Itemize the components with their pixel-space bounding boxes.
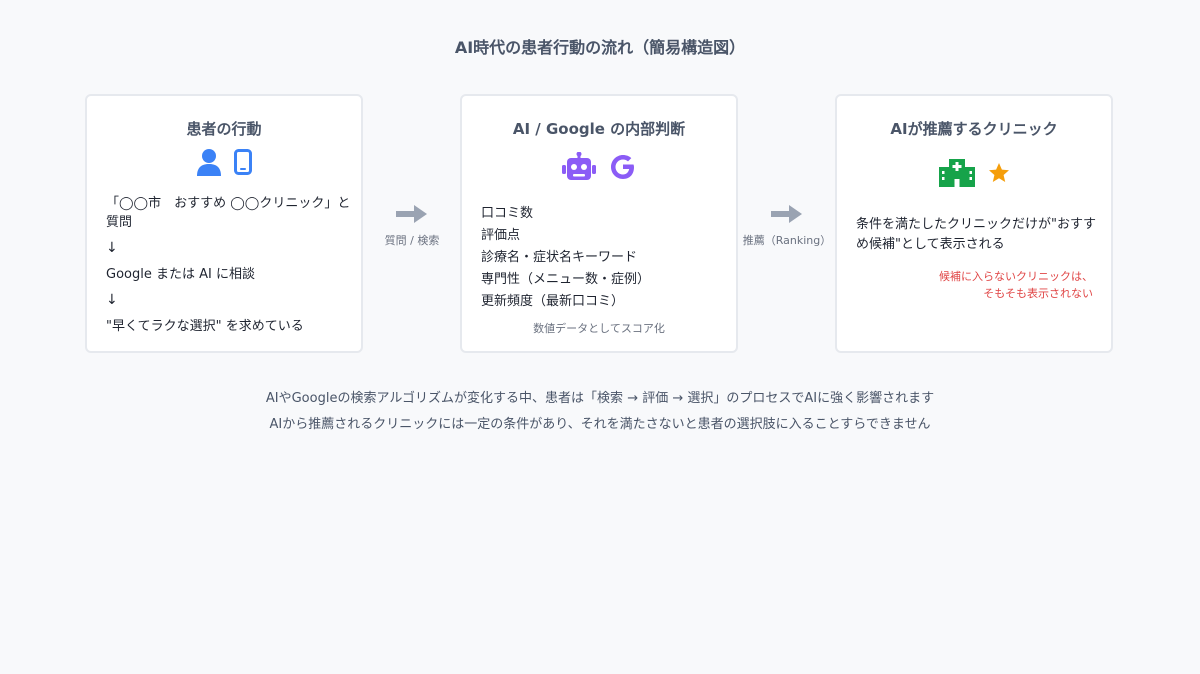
right-arrow-icon [771, 204, 803, 228]
patient-action-icons [87, 148, 361, 180]
flow-arrow-question-label: 質問 / 検索 [384, 234, 440, 247]
down-arrow-2: ↓ [106, 292, 118, 308]
criteria-item: 評価点 [481, 228, 521, 243]
not-shown-warning-line2: そもそも表示されない [983, 287, 1093, 300]
google-g-icon [609, 153, 637, 185]
internal-judgment-title: AI / Google の内部判断 [512, 120, 686, 138]
criteria-item: 診療名・症状名キーワード [481, 250, 638, 265]
seek-easy-choice-text: "早くてラクな選択" を求めている [106, 319, 304, 334]
judgment-criteria-list: 口コミ数 評価点 診療名・症状名キーワード 専門性（メニュー数・症例） 更新頻度… [481, 204, 721, 314]
recommended-description: 条件を満たしたクリニックだけが"おすすめ候補"として表示される [856, 217, 1096, 252]
flow-arrow-question: 質問 / 検索 [380, 204, 444, 248]
flow-arrow-recommend: 推薦（Ranking） [740, 204, 834, 248]
footer-note-2: AIから推薦されるクリニックには一定の条件があり、それを満たさないと患者の選択肢… [269, 417, 931, 432]
patient-action-text: 「◯◯市 おすすめ ◯◯クリニック」と質問 ↓ Google または AI に相… [106, 194, 351, 343]
recommended-clinic-card: AIが推薦するクリニック 条件を満たしたクリニックだけが"おすすめ候補"として表… [835, 94, 1113, 353]
person-icon [196, 148, 222, 180]
criteria-item: 更新頻度（最新口コミ） [481, 294, 625, 309]
internal-judgment-icons [462, 151, 736, 186]
patient-query-text: 「◯◯市 おすすめ ◯◯クリニック」と質問 [106, 196, 351, 230]
patient-action-card: 患者の行動 「◯◯市 おすすめ ◯◯クリニック」と質問 ↓ Google または… [85, 94, 363, 353]
robot-icon [561, 151, 597, 186]
hospital-icon [938, 158, 976, 192]
score-note: 数値データとしてスコア化 [533, 322, 665, 335]
recommended-clinic-icons [837, 158, 1111, 192]
not-shown-warning-line1: 候補に入らないクリニックは、 [939, 270, 1093, 283]
flow-arrow-recommend-label: 推薦（Ranking） [742, 234, 832, 247]
patient-action-title: 患者の行動 [186, 120, 262, 138]
diagram-title: AI時代の患者行動の流れ（簡易構造図） [454, 38, 746, 57]
not-shown-warning: 候補に入らないクリニックは、 そもそも表示されない [863, 268, 1093, 302]
right-arrow-icon [396, 204, 428, 228]
criteria-item: 専門性（メニュー数・症例） [481, 272, 651, 287]
smartphone-icon [234, 149, 252, 179]
down-arrow-1: ↓ [106, 240, 118, 256]
internal-judgment-card: AI / Google の内部判断 口コミ数 評価点 診療名・症状名キーワード … [460, 94, 738, 353]
footer-note-1: AIやGoogleの検索アルゴリズムが変化する中、患者は「検索 → 評価 → 選… [265, 391, 935, 406]
criteria-item: 口コミ数 [481, 206, 534, 221]
consult-text: Google または AI に相談 [106, 267, 255, 282]
star-icon [988, 162, 1010, 188]
recommended-clinic-title: AIが推薦するクリニック [890, 120, 1058, 138]
